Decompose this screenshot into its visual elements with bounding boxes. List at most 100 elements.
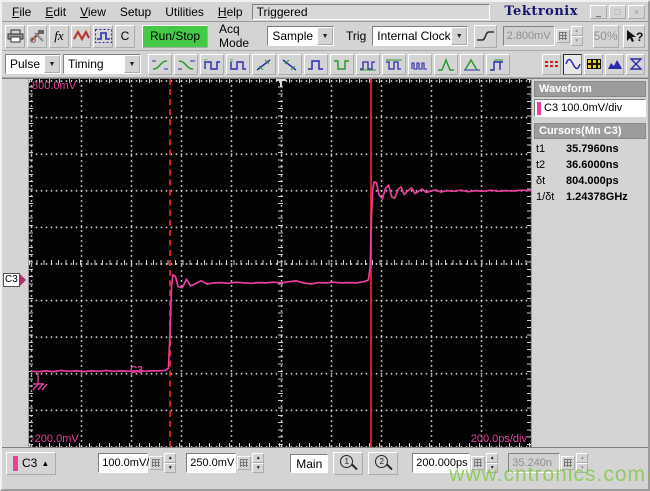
vertical-scale-value: 100.0mV/ [102,457,150,469]
tools-button[interactable] [27,24,47,48]
color-grade-display-button[interactable] [584,53,603,75]
chevron-down-icon[interactable]: ▼ [317,27,334,45]
menu-file[interactable]: File [5,3,38,21]
measure-neg-pulse-button[interactable] [330,53,354,75]
channel-marker-c3[interactable]: C3 [3,273,26,287]
help-pointer-icon: ? [625,29,643,44]
pos-pulse-icon [307,58,325,71]
mask-display-button[interactable] [626,53,645,75]
rise-time-icon [151,58,169,71]
trig-slope-button[interactable] [474,24,497,48]
trig-level-group: 2.800mV ▲ ▼ [502,26,583,46]
measure-neg-width-button[interactable]: F [226,53,250,75]
channel-marker-arrow-icon [19,274,26,286]
vertical-offset-field[interactable]: 250.0mV [186,453,237,473]
menu-setup[interactable]: Setup [113,3,158,21]
measure-fall-time-button[interactable] [174,53,198,75]
measure-neg-duty-button[interactable] [382,53,406,75]
flattop-icon [489,58,507,71]
zoom-1-button[interactable]: 1 [333,451,364,475]
horizontal-position-down: ▼ [576,463,589,473]
vertical-scale-up[interactable]: ▲ [164,453,177,463]
measure-pos-slew-button[interactable] [252,53,276,75]
print-button[interactable] [5,24,25,48]
zoom-2-button[interactable]: 2 [368,451,399,475]
readout-value: 35.7960ns [566,143,619,155]
measure-neg-slew-button[interactable] [278,53,302,75]
measure-subcategory-select[interactable]: Timing ▼ [63,54,141,74]
graticule[interactable]: 800.0mV -200.0mV 200.0ps/div C3 [29,79,531,447]
vertical-offset-down[interactable]: ▼ [252,463,265,473]
vertical-offset-group: 250.0mV ▲ ▼ [186,453,265,473]
trig-source-select[interactable]: Internal Clock ▼ [372,26,469,46]
bottom-scale-label: -200.0mV [31,433,79,445]
vertical-scale-down[interactable]: ▼ [164,463,177,473]
readout-row-dt: δt 804.000ps [534,173,646,189]
neg-duty-icon [385,58,403,71]
neg-slew-icon [281,58,299,71]
histogram-icon [607,58,623,70]
keypad-icon[interactable] [471,456,486,470]
histogram-display-button[interactable] [605,53,624,75]
chevron-down-icon[interactable]: ▼ [451,27,468,45]
measure-category-select[interactable]: Pulse ▼ [5,54,61,74]
menu-edit[interactable]: Edit [38,3,73,21]
measure-pos-duty-button[interactable] [356,53,380,75]
top-scale-label: 800.0mV [32,80,77,92]
measure-pos-peak-button[interactable] [434,53,458,75]
function-button[interactable]: fx [49,24,69,48]
restore-button: □ [609,4,626,19]
trigger-status-field: Triggered [251,3,491,20]
function-icon: fx [54,28,64,43]
keypad-icon [561,456,576,470]
waveform-tool-button[interactable] [71,24,91,48]
waveform-entry[interactable]: C3 100.0mV/div [534,99,646,117]
trig-source-value: Internal Clock [377,29,451,43]
set-50-percent-button: 50% [592,24,619,48]
ground-reference-icon [32,373,48,391]
trig-level-field: 2.800mV [502,26,555,46]
measure-pos-pulse-button[interactable] [304,53,328,75]
keypad-icon[interactable] [149,456,164,470]
measure-pos-width-button[interactable]: F [200,53,224,75]
measure-peak-amplitude-button[interactable] [460,53,484,75]
chevron-down-icon[interactable]: ▼ [124,55,140,73]
channel-select-button[interactable]: C3 ▲ [6,451,57,475]
readout-sidebar: Waveform C3 100.0mV/div Cursors(Mn C3) t… [531,79,648,447]
left-gutter: C3 [2,79,29,447]
sine-icon [564,58,581,70]
horizontal-position-value: 35.240n [512,457,553,469]
waveform-display-button[interactable] [563,53,582,75]
chevron-down-icon[interactable]: ▼ [44,55,60,73]
mask-icon [628,58,644,70]
acq-mode-value: Sample [272,29,314,43]
horizontal-scale-down[interactable]: ▼ [486,463,499,473]
menu-help[interactable]: Help [211,3,250,21]
c-button[interactable]: C [115,24,135,48]
menu-view[interactable]: View [73,3,113,21]
zoom-1-label: 1 [344,456,349,466]
horizontal-scale-field[interactable]: 200.000ps [412,453,471,473]
main-toolbar: fx C Run/Stop Acq Mode Sample ▼ Trig Int… [2,22,648,51]
peak-amplitude-icon [463,58,481,71]
measure-rise-time-button[interactable] [148,53,172,75]
vertical-scale-field[interactable]: 100.0mV/ [98,453,150,473]
pulse-tool-button[interactable] [93,24,113,48]
context-help-button[interactable]: ? [622,24,645,48]
readout-row-t2: t2 36.6000ns [534,157,646,173]
minimize-button[interactable]: _ [590,4,607,19]
sine-wave-icon [72,29,90,43]
waveform-panel-header: Waveform [534,81,646,97]
run-stop-button[interactable]: Run/Stop [142,24,209,48]
measure-flattop-button[interactable] [486,53,510,75]
horizontal-position-up: ▲ [576,453,589,463]
horizontal-scale-up[interactable]: ▲ [486,453,499,463]
acq-mode-select[interactable]: Sample ▼ [267,26,335,46]
keypad-icon[interactable] [237,456,252,470]
menu-utilities[interactable]: Utilities [158,3,211,21]
measure-burst-width-button[interactable] [408,53,432,75]
channel-color-swatch [537,101,541,115]
neg-width-icon: F [229,58,247,71]
vertical-offset-up[interactable]: ▲ [252,453,265,463]
cursors-display-button[interactable] [542,53,561,75]
